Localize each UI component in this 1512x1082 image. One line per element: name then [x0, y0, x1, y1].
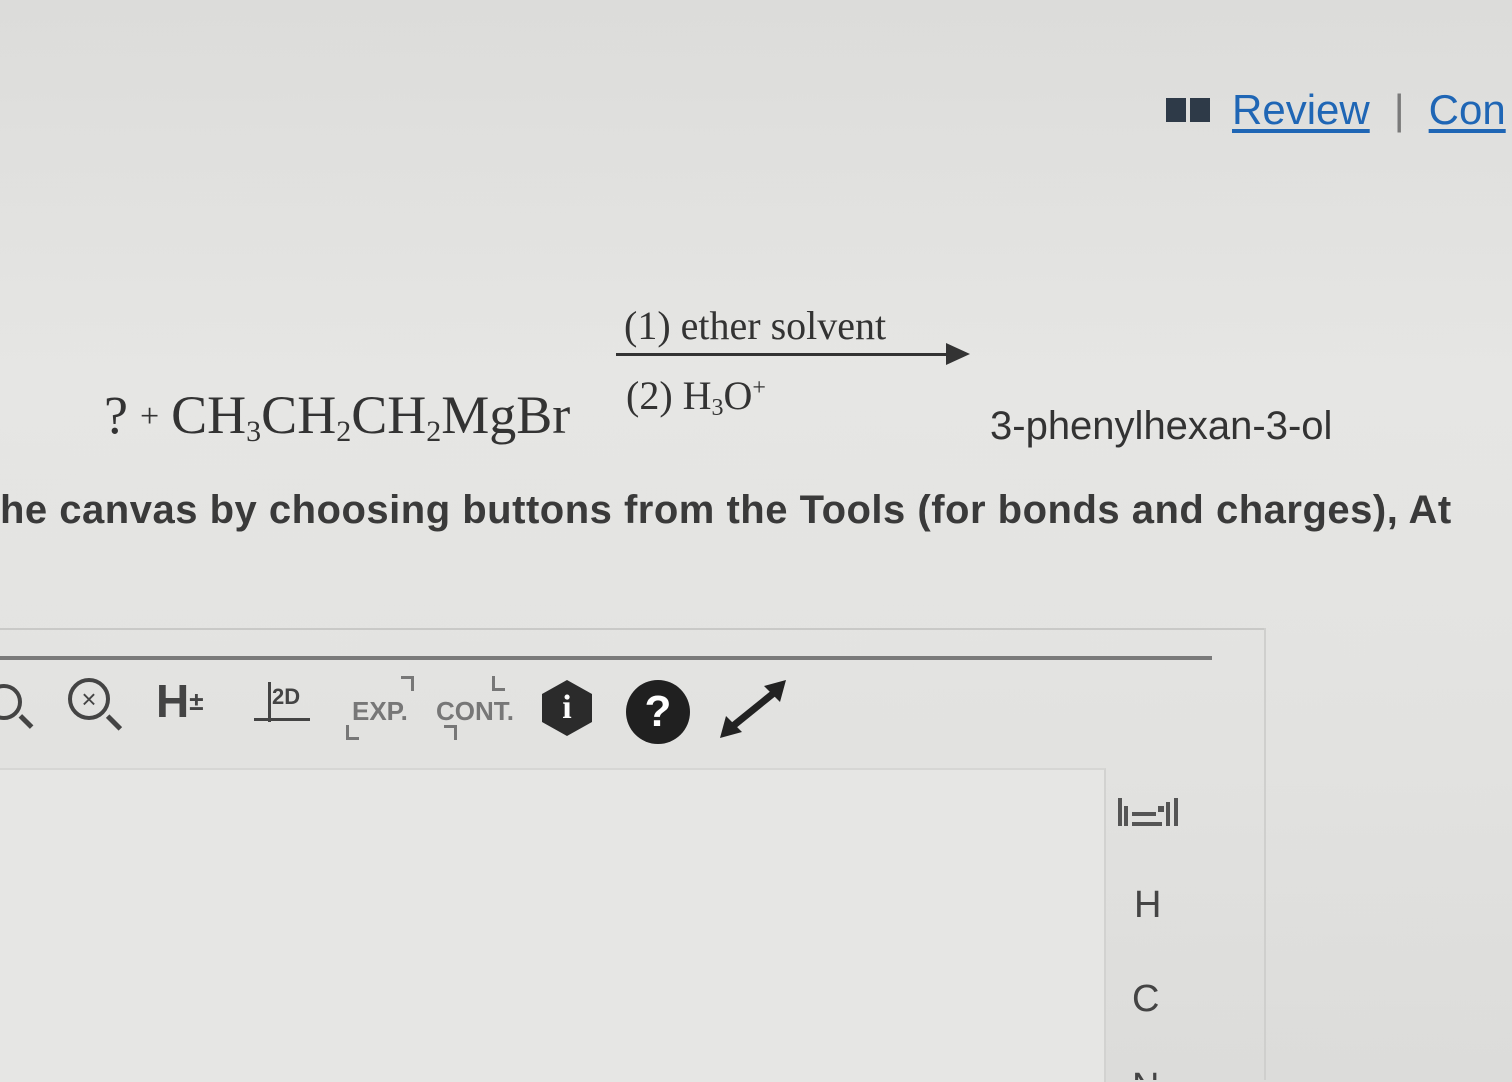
- link-separator: |: [1393, 86, 1405, 133]
- fullscreen-icon[interactable]: [716, 676, 792, 742]
- instruction-text: he canvas by choosing buttons from the T…: [0, 488, 1452, 532]
- reagent-formula: CH3CH2CH2MgBr: [171, 385, 571, 448]
- reaction-arrow-head: [946, 343, 970, 365]
- element-n-button[interactable]: N: [1132, 1066, 1172, 1080]
- condition-step-1: (1) ether solvent: [624, 303, 887, 348]
- editor-frame-top: [0, 628, 1266, 630]
- bracket-icon: [492, 676, 505, 691]
- element-h-button[interactable]: H: [1134, 884, 1161, 927]
- editor-toolbar: × H ± 2D EXP. CONT. i ?: [0, 672, 820, 748]
- constants-link[interactable]: Con: [1429, 86, 1506, 134]
- expand-button[interactable]: EXP.: [346, 676, 416, 740]
- periodic-table-icon[interactable]: [1118, 798, 1186, 834]
- drawing-canvas[interactable]: [0, 768, 1106, 1082]
- condition-step-2: (2) H3O+: [626, 373, 766, 421]
- zoom-reset-icon[interactable]: ×: [68, 678, 110, 720]
- reaction-reactants: ? + CH3CH2CH2MgBr: [104, 384, 570, 449]
- toolbar-divider: [0, 656, 1212, 660]
- zoom-out-icon[interactable]: [0, 684, 22, 720]
- reaction-arrow: [616, 353, 952, 356]
- hydrogen-count-button[interactable]: H ±: [156, 674, 204, 728]
- help-icon[interactable]: ?: [626, 680, 690, 744]
- element-c-button[interactable]: C: [1132, 978, 1159, 1021]
- contract-button[interactable]: CONT.: [436, 676, 516, 740]
- header-links: Review | Con: [1166, 86, 1506, 134]
- book-icon: [1166, 98, 1210, 122]
- review-link[interactable]: Review: [1232, 86, 1370, 134]
- editor-frame-right: [1264, 628, 1266, 1080]
- clean-2d-button[interactable]: 2D: [254, 678, 314, 734]
- plus-sign: +: [139, 398, 160, 435]
- unknown-reactant: ?: [104, 385, 128, 445]
- reaction-product: 3-phenylhexan-3-ol: [990, 404, 1333, 448]
- info-icon[interactable]: i: [542, 680, 592, 736]
- bracket-icon: [401, 676, 414, 691]
- axis-icon: [268, 682, 271, 722]
